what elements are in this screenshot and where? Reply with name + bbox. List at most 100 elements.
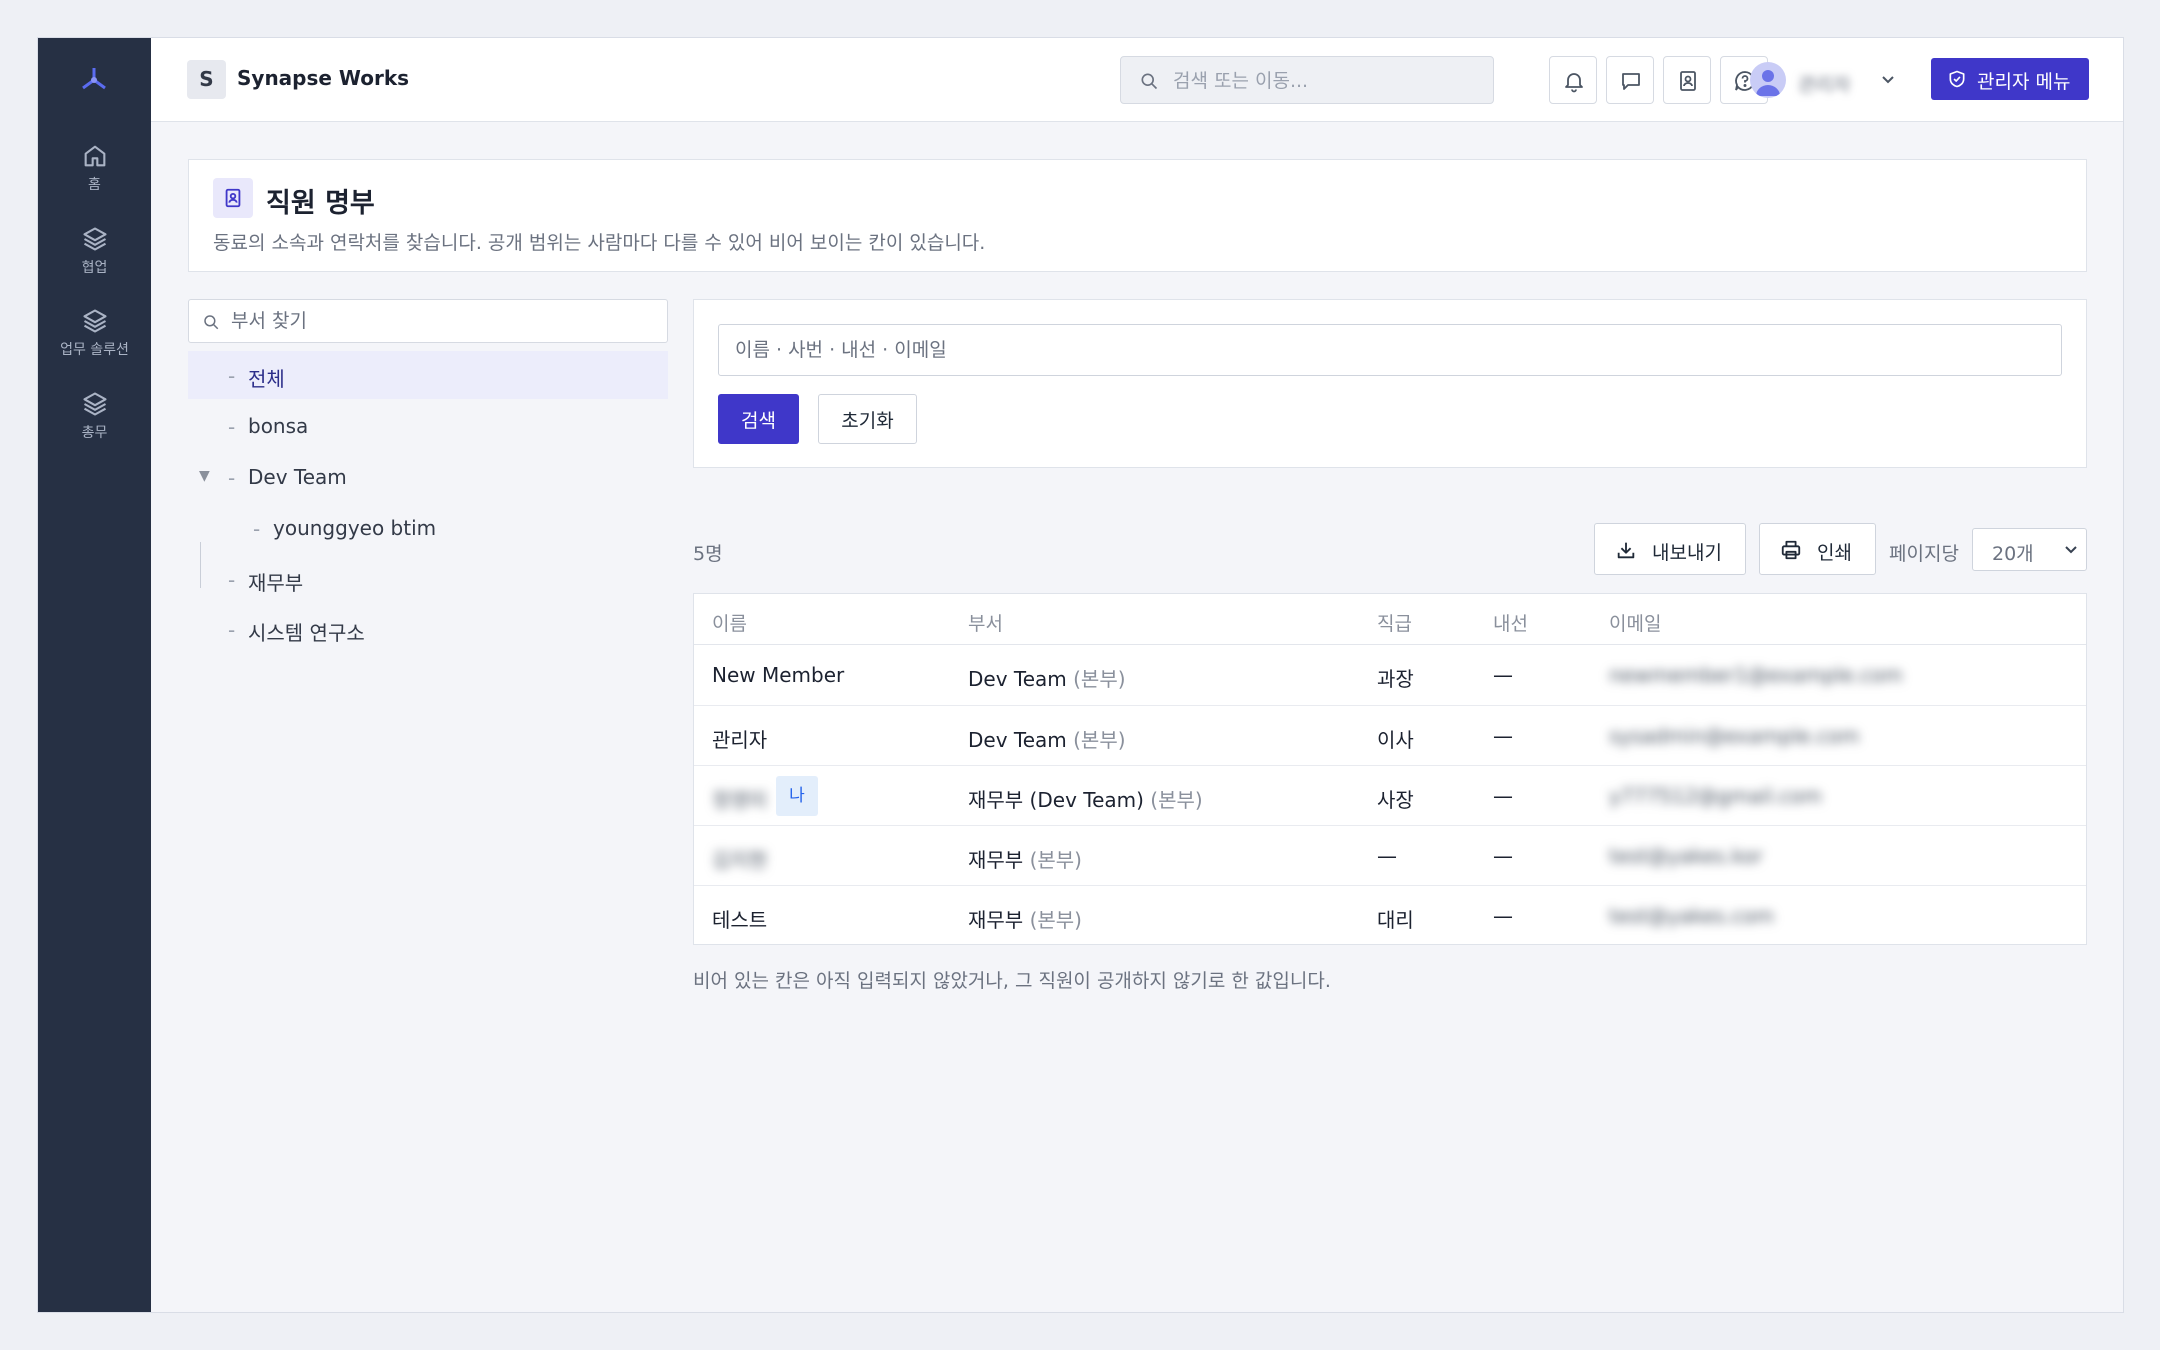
workspace-name[interactable]: Synapse Works (237, 66, 409, 90)
cell-email[interactable]: sysadmin@example.com (1609, 724, 1860, 748)
tree-item-system-lab[interactable]: - 시스템 연구소 (188, 605, 668, 653)
rail-item-label: 업무 솔루션 (60, 342, 129, 358)
column-header-ext[interactable]: 내선 (1493, 609, 1528, 636)
rail-item-label: 협업 (81, 260, 108, 276)
app-logo-icon[interactable] (76, 60, 112, 96)
home-icon (84, 145, 105, 167)
rail-item-work-solution[interactable]: 업무 솔루션 (38, 307, 151, 359)
cell-ext: — (1493, 784, 1513, 808)
tree-dash: - (253, 517, 261, 541)
messages-button[interactable] (1606, 56, 1654, 104)
dept-search[interactable] (188, 299, 668, 343)
top-bar: S Synapse Works 관리자 관리자 메뉴 (151, 38, 2123, 122)
user-name: 관리자 (1798, 74, 1851, 96)
export-button[interactable]: 내보내기 (1594, 523, 1746, 575)
tree-dash: - (228, 466, 236, 490)
tree-item-label: Dev Team (248, 465, 347, 489)
download-icon (1617, 542, 1635, 559)
dept-hint: (본부) (1073, 667, 1126, 691)
employee-table: 이름 부서 직급 내선 이메일 New Member Dev Team (본부)… (693, 593, 2087, 945)
tree-item-bonsa[interactable]: - bonsa (188, 402, 668, 450)
table-row[interactable]: 테스트 재무부 (본부) 대리 — test@yakes.com (694, 885, 2086, 945)
cell-ext: — (1493, 724, 1513, 748)
cell-dept: 재무부 (본부) (968, 844, 1082, 873)
per-page-value: 20개 (1992, 543, 2034, 565)
tree-item-label: 전체 (248, 367, 285, 391)
table-row[interactable]: 관리자 Dev Team (본부) 이사 — sysadmin@example.… (694, 705, 2086, 765)
reset-button[interactable]: 초기화 (818, 394, 917, 444)
cell-ext: — (1493, 904, 1513, 928)
dept-name: 재무부 (968, 848, 1024, 872)
table-row[interactable]: New Member Dev Team (본부) 과장 — newmember1… (694, 645, 2086, 705)
print-label: 인쇄 (1817, 542, 1852, 564)
table-row[interactable]: 김지현 재무부 (본부) — — test@yakes.kor (694, 825, 2086, 885)
dept-hint: (본부) (1150, 788, 1203, 812)
table-row[interactable]: 정영미 나 재무부 (Dev Team) (본부) 사장 — y777512@g… (694, 765, 2086, 825)
bell-icon (1565, 73, 1583, 93)
cell-name: 테스트 (712, 908, 768, 932)
cell-ext: — (1493, 844, 1513, 868)
tree-item-label: 시스템 연구소 (248, 621, 365, 645)
print-button[interactable]: 인쇄 (1759, 523, 1876, 575)
page-header: 직원 명부 동료의 소속과 연락처를 찾습니다. 공개 범위는 사람마다 다를 … (188, 159, 2087, 272)
cell-rank: 과장 (1377, 667, 1414, 691)
printer-icon (1781, 540, 1801, 560)
cell-name: New Member (712, 663, 845, 687)
dept-name: Dev Team (968, 728, 1067, 752)
rail-item-home[interactable]: 홈 (38, 142, 151, 194)
tree-item-all[interactable]: - 전체 (188, 351, 668, 399)
search-button[interactable]: 검색 (718, 394, 799, 444)
dept-name: 재무부 (968, 908, 1024, 932)
contact-book-icon (213, 178, 253, 218)
dept-search-input[interactable] (231, 308, 651, 334)
tree-item-finance[interactable]: - 재무부 (188, 555, 668, 603)
export-label: 내보내기 (1652, 542, 1722, 564)
cell-email[interactable]: newmember1@example.com (1609, 663, 1903, 687)
table-footnote: 비어 있는 칸은 아직 입력되지 않았거나, 그 직원이 공개하지 않기로 한 … (693, 970, 1331, 992)
cell-email[interactable]: test@yakes.com (1609, 904, 1774, 928)
cell-rank: 이사 (1377, 728, 1414, 752)
column-header-email[interactable]: 이메일 (1609, 609, 1661, 636)
result-count: 5명 (693, 543, 723, 565)
cell-rank: — (1377, 844, 1397, 868)
cell-dept: Dev Team (본부) (968, 663, 1126, 692)
chevron-down-icon (2065, 546, 2077, 554)
cell-email[interactable]: test@yakes.kor (1609, 844, 1763, 868)
global-search-input[interactable] (1173, 67, 1473, 95)
column-header-name[interactable]: 이름 (712, 609, 747, 636)
tree-item-dev-team[interactable]: ▼ - Dev Team (188, 453, 668, 501)
directory-button[interactable] (1663, 56, 1711, 104)
admin-menu-label: 관리자 메뉴 (1977, 71, 2071, 93)
dept-name: 재무부 (Dev Team) (968, 788, 1144, 812)
page-title: 직원 명부 (266, 188, 375, 219)
employee-search-input[interactable] (718, 324, 2062, 376)
user-menu[interactable]: 관리자 (1750, 58, 1894, 102)
tree-item-label: bonsa (248, 414, 309, 438)
tree-item-label: 재무부 (248, 571, 304, 595)
workspace-badge[interactable]: S (187, 60, 226, 99)
per-page-select[interactable]: 20개 (1972, 528, 2087, 571)
layers-icon (82, 309, 107, 333)
rail-item-general-affairs[interactable]: 총무 (38, 390, 151, 442)
per-page-label: 페이지당 (1889, 543, 1959, 565)
rail-item-collab[interactable]: 협업 (38, 225, 151, 277)
notifications-button[interactable] (1549, 56, 1597, 104)
cell-ext: — (1493, 663, 1513, 687)
me-badge: 나 (776, 776, 818, 816)
admin-menu-button[interactable]: 관리자 메뉴 (1931, 58, 2089, 100)
column-header-rank[interactable]: 직급 (1377, 609, 1412, 636)
employee-search-form: 검색 초기화 (693, 299, 2087, 468)
expand-toggle-icon[interactable]: ▼ (199, 468, 210, 484)
column-header-dept[interactable]: 부서 (968, 609, 1003, 636)
rail-item-label: 홈 (88, 177, 101, 193)
left-rail: 홈 협업 업무 솔루션 총무 (38, 38, 151, 1312)
rail-item-label: 총무 (81, 425, 108, 441)
tree-item-younggyeo-btim[interactable]: - younggyeo btim (188, 504, 668, 552)
dept-hint: (본부) (1029, 908, 1082, 932)
cell-name: 관리자 (712, 728, 768, 752)
tree-dash: - (228, 618, 236, 642)
tree-item-label: younggyeo btim (273, 516, 437, 540)
global-search[interactable] (1120, 56, 1494, 104)
cell-name: 정영미 (712, 788, 768, 812)
cell-email[interactable]: y777512@gmail.com (1609, 784, 1822, 808)
